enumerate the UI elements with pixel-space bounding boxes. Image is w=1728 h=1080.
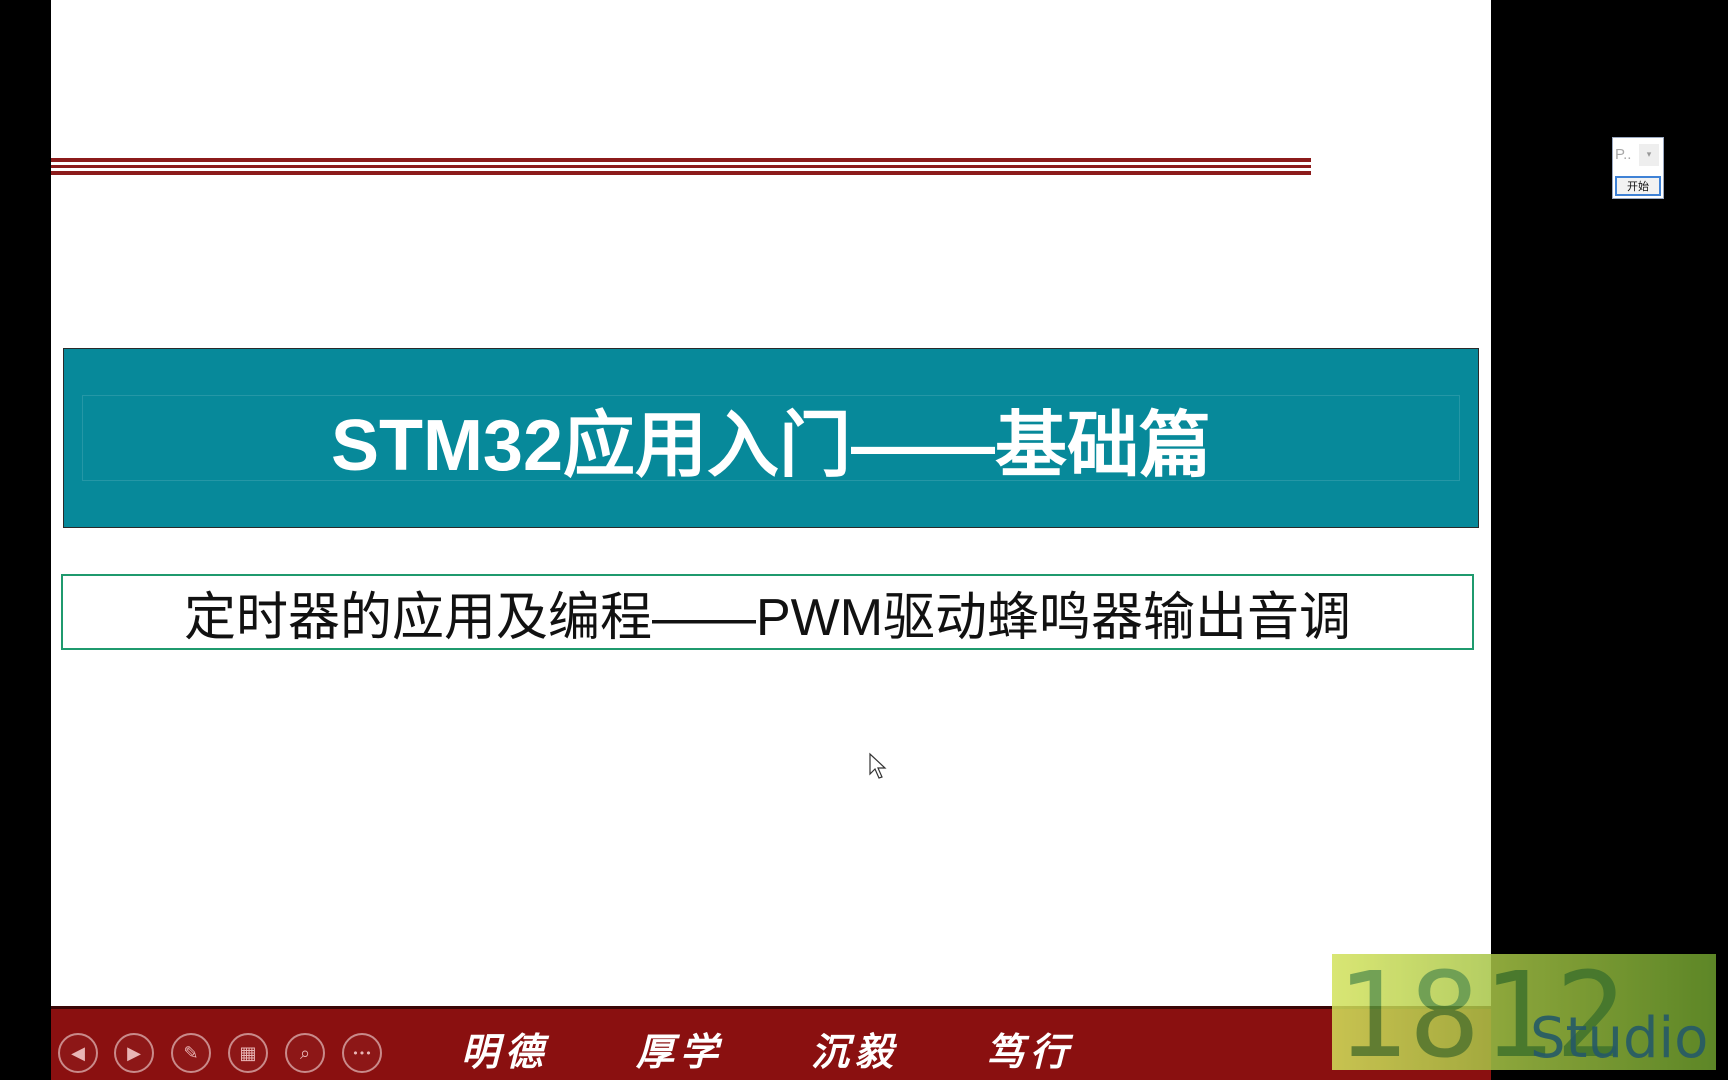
presentation-slide: STM32应用入门——基础篇 定时器的应用及编程——PWM驱动蜂鸣器输出音调 ◀… bbox=[51, 0, 1491, 1080]
studio-watermark: 1812 Studio bbox=[1332, 954, 1716, 1070]
zoom-icon[interactable]: ⌕ bbox=[285, 1033, 325, 1073]
previous-slide-icon[interactable]: ◀ bbox=[58, 1033, 98, 1073]
slide-grid-icon[interactable]: ▦ bbox=[228, 1033, 268, 1073]
footer-motto-1: 明德 bbox=[461, 1029, 550, 1074]
watermark-text: Studio bbox=[1530, 1006, 1709, 1070]
footer-motto-3: 沉毅 bbox=[811, 1029, 900, 1074]
slide-footer: ◀ ▶ ✎ ▦ ⌕ ••• 明德 厚学 沉毅 笃行 bbox=[51, 1006, 1491, 1080]
more-options-icon[interactable]: ••• bbox=[342, 1033, 382, 1073]
slide-subtitle: 定时器的应用及编程——PWM驱动蜂鸣器输出音调 bbox=[183, 588, 1352, 647]
decorative-lines bbox=[51, 158, 1311, 176]
start-button[interactable]: 开始 bbox=[1615, 176, 1661, 196]
title-banner: STM32应用入门——基础篇 bbox=[63, 348, 1479, 528]
slide-title: STM32应用入门——基础篇 bbox=[330, 405, 1212, 486]
subtitle-frame: 定时器的应用及编程——PWM驱动蜂鸣器输出音调 bbox=[61, 574, 1474, 650]
footer-motto-2: 厚学 bbox=[636, 1029, 725, 1074]
floating-control-panel: P.. ▾ 开始 bbox=[1612, 137, 1664, 199]
footer-motto-4: 笃行 bbox=[986, 1029, 1075, 1074]
dropdown-arrow-icon[interactable]: ▾ bbox=[1639, 144, 1659, 166]
pen-icon[interactable]: ✎ bbox=[171, 1033, 211, 1073]
panel-label: P.. bbox=[1615, 146, 1632, 163]
mouse-cursor-icon bbox=[869, 752, 887, 779]
next-slide-icon[interactable]: ▶ bbox=[114, 1033, 154, 1073]
